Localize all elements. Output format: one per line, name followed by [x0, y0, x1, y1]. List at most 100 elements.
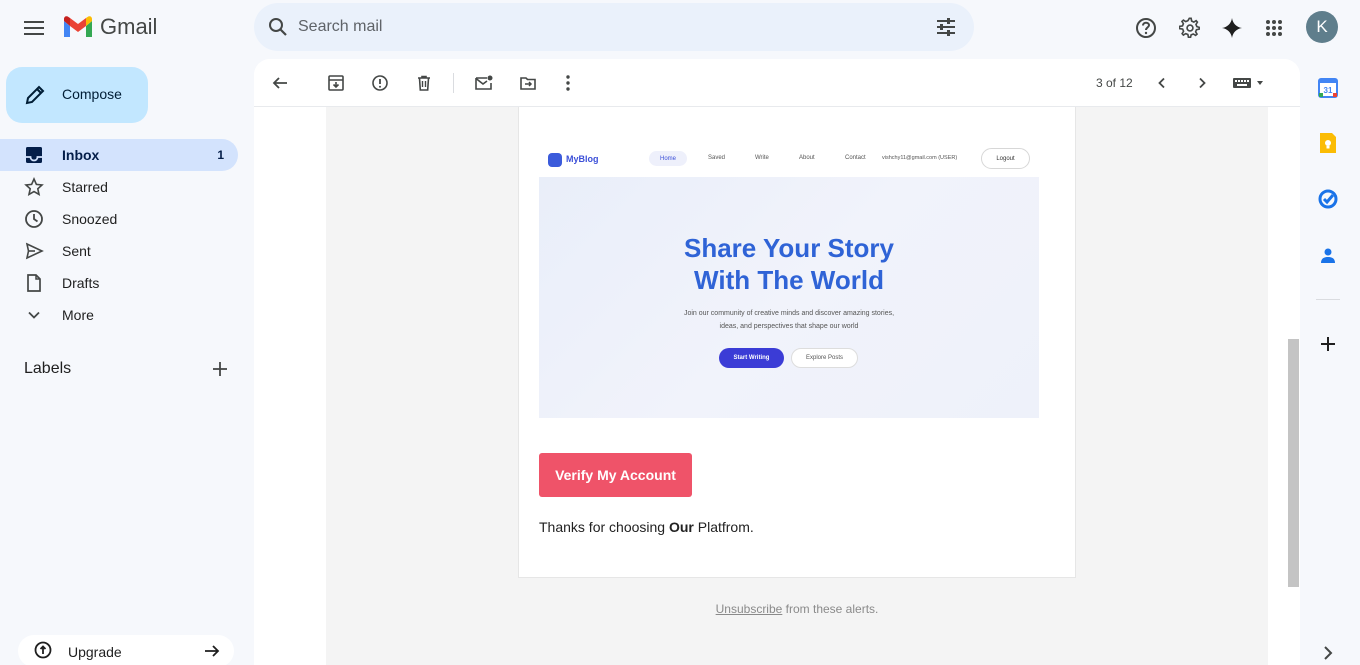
search-bar — [254, 3, 974, 51]
older-button[interactable] — [1186, 67, 1218, 99]
main-menu-button[interactable] — [14, 8, 54, 48]
calendar-icon[interactable]: 31 — [1316, 76, 1340, 100]
account-avatar[interactable]: K — [1306, 11, 1338, 43]
move-to-button[interactable] — [512, 67, 544, 99]
preview-explore-posts: Explore Posts — [791, 348, 858, 368]
tasks-icon[interactable] — [1316, 187, 1340, 211]
support-button[interactable] — [1126, 8, 1166, 48]
apps-grid-icon — [1266, 20, 1282, 36]
unread-count: 1 — [217, 148, 224, 162]
sidebar-item-more[interactable]: More — [0, 299, 238, 331]
upgrade-icon — [34, 641, 52, 659]
more-options-button[interactable] — [552, 67, 584, 99]
preview-headline-line-1: Share Your Story — [684, 233, 894, 263]
chevron-down-icon — [28, 311, 40, 319]
newer-button[interactable] — [1146, 67, 1178, 99]
upgrade-button[interactable]: Upgrade — [18, 635, 234, 665]
sidebar-item-drafts[interactable]: Drafts — [0, 267, 238, 299]
search-input[interactable] — [298, 3, 918, 51]
pencil-icon — [25, 85, 45, 105]
thanks-text: Thanks for choosing Our Platfrom. — [539, 519, 754, 535]
add-app-icon[interactable] — [1316, 332, 1340, 356]
sidebar-item-label: Inbox — [62, 147, 100, 163]
thanks-bold: Our — [668, 519, 694, 535]
archive-button[interactable] — [320, 67, 352, 99]
input-tools-button[interactable] — [1226, 67, 1270, 99]
mark-unread-button[interactable] — [468, 67, 500, 99]
inbox-icon — [26, 147, 42, 163]
unsubscribe-link[interactable]: Unsubscribe — [716, 602, 783, 616]
sidebar-item-label: Drafts — [62, 275, 100, 291]
mark-unread-icon — [475, 75, 493, 90]
preview-nav-saved: Saved — [708, 155, 726, 161]
search-icon[interactable] — [266, 15, 290, 39]
unsubscribe-footer: Unsubscribe from these alerts. — [326, 602, 1268, 616]
thanks-suffix: Platfrom. — [693, 519, 754, 535]
chevron-right-icon — [1199, 77, 1206, 89]
sidebar-item-snoozed[interactable]: Snoozed — [0, 203, 238, 235]
toolbar-divider — [453, 73, 454, 93]
gear-icon — [1179, 17, 1201, 39]
preview-logout: Logout — [981, 148, 1030, 169]
star-icon — [24, 177, 44, 196]
gmail-m-icon — [64, 16, 92, 37]
sidebar-item-label: Sent — [62, 243, 91, 259]
report-icon — [372, 75, 388, 91]
thanks-prefix: Thanks for choosing — [539, 519, 669, 535]
sparkle-icon — [1222, 18, 1242, 38]
app-name: Gmail — [100, 14, 158, 39]
draft-file-icon — [27, 274, 41, 292]
sidebar-item-label: Starred — [62, 179, 108, 195]
report-spam-button[interactable] — [364, 67, 396, 99]
verify-account-button[interactable]: Verify My Account — [539, 453, 692, 497]
compose-label: Compose — [62, 86, 122, 102]
preview-user: vishchy11@gmail.com (USER) — [882, 155, 958, 161]
chevron-left-icon — [1158, 77, 1165, 89]
preview-subtitle-line-2: ideas, and perspectives that shape our w… — [719, 323, 859, 330]
preview-hero: Share Your Story With The World Join our… — [539, 177, 1039, 418]
delete-button[interactable] — [408, 67, 440, 99]
clock-icon — [25, 210, 43, 228]
sidebar-item-sent[interactable]: Sent — [0, 235, 238, 267]
preview-nav-home: Home — [649, 151, 687, 166]
sidebar-item-label: Snoozed — [62, 211, 118, 227]
rail-divider — [1316, 299, 1340, 300]
sidebar-item-starred[interactable]: Starred — [0, 171, 238, 203]
gemini-button[interactable] — [1212, 8, 1252, 48]
preview-nav-write: Write — [755, 155, 769, 161]
preview-nav-contact: Contact — [845, 155, 866, 161]
apps-button[interactable] — [1254, 8, 1294, 48]
blog-logo-icon — [548, 153, 562, 167]
search-options-icon[interactable] — [934, 15, 958, 39]
upgrade-label: Upgrade — [68, 644, 122, 660]
keyboard-icon — [1233, 78, 1263, 88]
more-vert-icon — [566, 75, 570, 91]
labels-heading: Labels — [24, 360, 72, 377]
preview-brand: MyBlog — [566, 154, 599, 164]
preview-headline: Share Your Story With The World — [539, 232, 1039, 296]
sidebar-item-label: More — [62, 307, 94, 323]
plus-icon[interactable] — [208, 357, 232, 381]
settings-button[interactable] — [1170, 8, 1210, 48]
preview-nav-about: About — [799, 155, 815, 161]
keep-icon[interactable] — [1316, 131, 1340, 155]
message-view: 3 of 12 MyBlog Home Saved Write About Co… — [254, 59, 1300, 665]
back-button[interactable] — [264, 67, 296, 99]
gmail-logo[interactable]: Gmail — [62, 14, 157, 40]
preview-navbar: MyBlog Home Saved Write About Contact vi… — [539, 144, 1039, 177]
trash-icon — [418, 75, 430, 91]
preview-headline-line-2: With The World — [694, 265, 884, 295]
contacts-icon[interactable] — [1316, 243, 1340, 267]
expand-panel-icon[interactable] — [1318, 643, 1338, 663]
preview-subtitle: Join our community of creative minds and… — [649, 307, 929, 333]
arrow-right-icon — [205, 645, 220, 657]
scrollbar-thumb[interactable] — [1288, 339, 1299, 587]
svg-text:31: 31 — [1324, 86, 1333, 95]
preview-subtitle-line-1: Join our community of creative minds and… — [683, 310, 895, 317]
website-preview-image[interactable]: MyBlog Home Saved Write About Contact vi… — [539, 144, 1039, 418]
sidebar-item-inbox[interactable]: Inbox 1 — [0, 139, 238, 171]
top-bar: Gmail K — [0, 0, 1360, 56]
arrow-left-icon — [272, 77, 287, 89]
compose-button[interactable]: Compose — [6, 67, 148, 123]
hamburger-icon — [24, 21, 44, 35]
